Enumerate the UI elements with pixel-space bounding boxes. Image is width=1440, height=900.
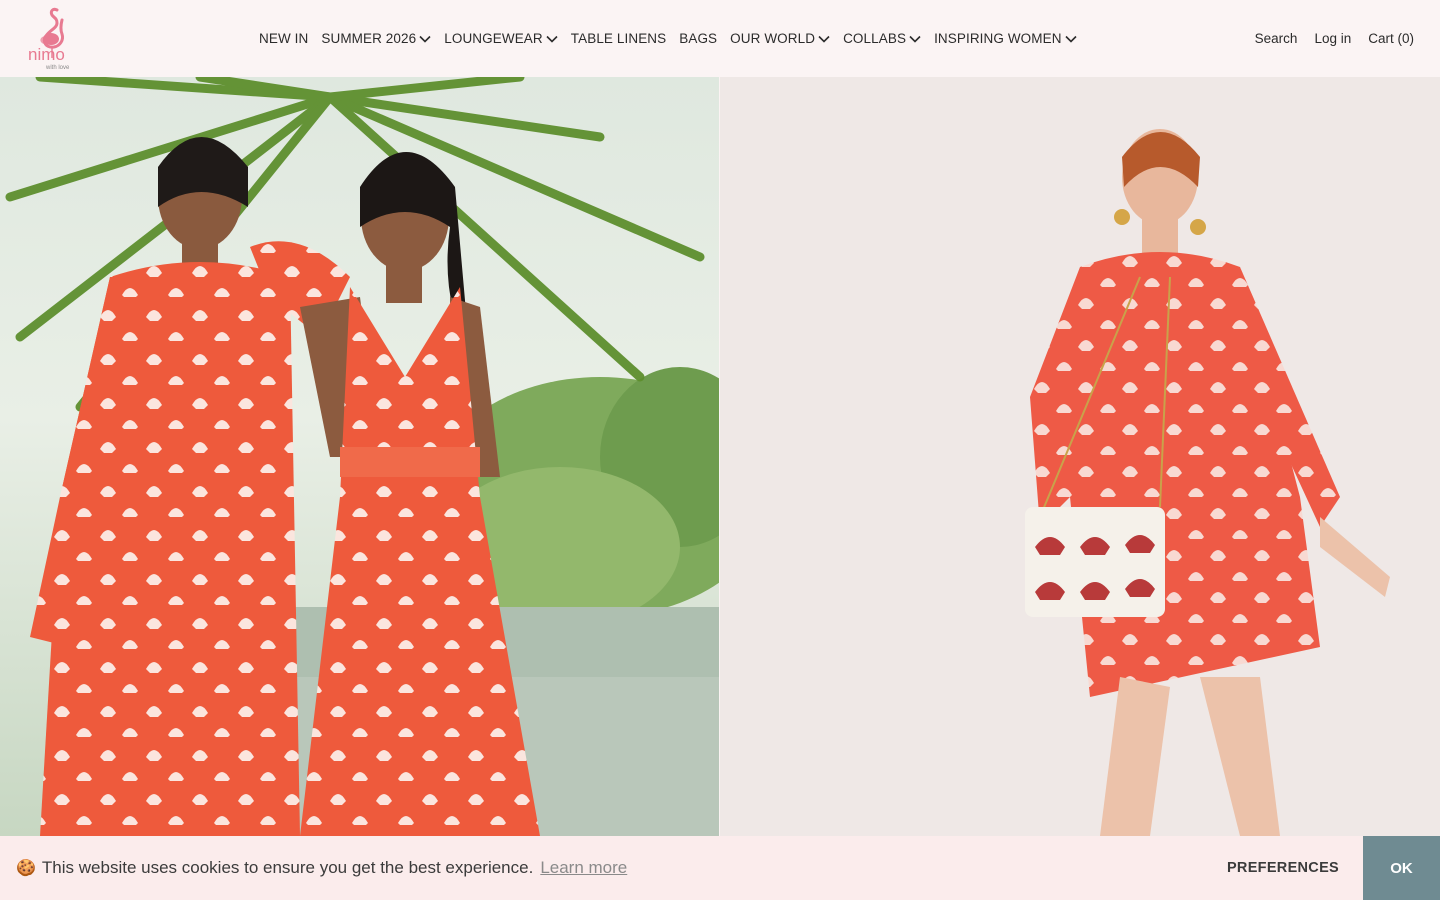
nav-label: TABLE LINENS [570, 31, 667, 46]
brand-logo[interactable]: nimo with love [24, 6, 86, 72]
site-header: nimo with love NEW IN SUMMER 2026 LOUNGE… [0, 0, 1440, 77]
chevron-down-icon [419, 35, 431, 43]
logo-tagline: with love [45, 65, 70, 71]
chevron-down-icon [909, 35, 921, 43]
cart-link[interactable]: Cart (0) [1368, 31, 1414, 46]
nav-inspiring-women[interactable]: INSPIRING WOMEN [934, 31, 1077, 46]
cookie-icon: 🍪 [16, 860, 36, 877]
ok-button[interactable]: OK [1363, 836, 1440, 900]
nav-our-world[interactable]: OUR WORLD [730, 31, 830, 46]
learn-more-link[interactable]: Learn more [540, 858, 627, 878]
nav-bags[interactable]: BAGS [679, 31, 717, 46]
header-utilities: Search Log in Cart (0) [1255, 0, 1414, 77]
hero-image-right[interactable] [720, 77, 1440, 836]
main-nav: NEW IN SUMMER 2026 LOUNGEWEAR TABLE LINE… [259, 0, 1090, 77]
nav-label: BAGS [679, 31, 718, 46]
nav-label: SUMMER 2026 [321, 31, 417, 46]
nav-label: LOUNGEWEAR [444, 31, 543, 46]
nav-collabs[interactable]: COLLABS [843, 31, 921, 46]
cookie-message-row: 🍪 This website uses cookies to ensure yo… [16, 836, 627, 900]
hero-image-left[interactable] [0, 77, 719, 836]
nav-label: COLLABS [843, 31, 907, 46]
nav-new-in[interactable]: NEW IN [259, 31, 308, 46]
login-link[interactable]: Log in [1314, 31, 1351, 46]
nav-summer-2026[interactable]: SUMMER 2026 [321, 31, 431, 46]
search-link[interactable]: Search [1255, 31, 1298, 46]
chevron-down-icon [818, 35, 830, 43]
nav-label: OUR WORLD [730, 31, 816, 46]
cookie-message: This website uses cookies to ensure you … [41, 858, 534, 877]
logo-wordmark: nimo [28, 45, 65, 64]
nav-label: NEW IN [259, 31, 309, 46]
preferences-button[interactable]: PREFERENCES [1214, 836, 1352, 900]
nav-label: INSPIRING WOMEN [934, 31, 1062, 46]
nav-table-linens[interactable]: TABLE LINENS [571, 31, 666, 46]
nav-loungewear[interactable]: LOUNGEWEAR [444, 31, 558, 46]
chevron-down-icon [1065, 35, 1077, 43]
chevron-down-icon [546, 35, 558, 43]
